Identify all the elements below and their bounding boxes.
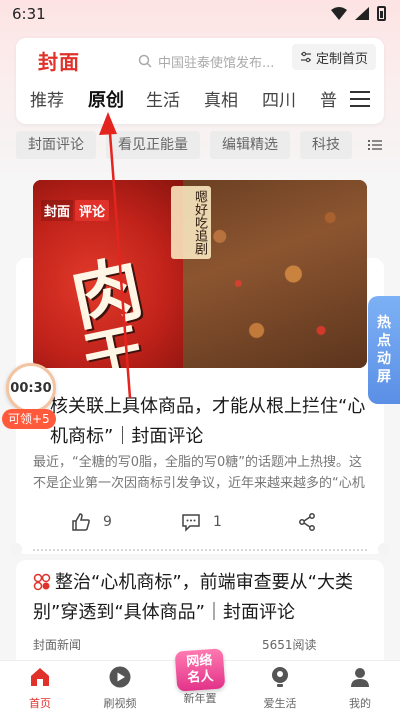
- subtag-bar: 封面评论 看见正能量 编辑精选 科技: [16, 131, 356, 159]
- article-title[interactable]: 核关联上具体商品，才能从根上拦住“心机商标”｜封面评论: [50, 392, 368, 452]
- nav-label: 我的: [349, 697, 371, 710]
- card-divider: [33, 549, 367, 551]
- status-bar: 6:31: [0, 0, 400, 30]
- search-icon: [138, 54, 152, 68]
- hot-screen-tab[interactable]: 热 点 动 屏: [368, 296, 400, 404]
- nav-label: 首页: [29, 697, 51, 710]
- status-time: 6:31: [12, 5, 46, 23]
- article-image[interactable]: 肉 干 嗯好吃追剧 封面 评论: [33, 180, 367, 368]
- search-box[interactable]: 中国驻泰使馆发布...: [138, 48, 284, 74]
- article-title[interactable]: 整治“心机商标”，前端审查要从“大类别”穿透到“具体商品”｜封面评论: [33, 568, 367, 628]
- nav-video[interactable]: 刷视频: [90, 661, 150, 710]
- article-read-count: 5651阅读: [262, 638, 317, 652]
- article-title-text: 整治“心机商标”，前端审查要从“大类别”穿透到“具体商品”｜封面评论: [33, 572, 353, 623]
- tab-recommend[interactable]: 推荐: [30, 86, 88, 114]
- nav-center-badge[interactable]: 网络 名人: [174, 648, 226, 692]
- thumbs-up-icon: [72, 513, 90, 531]
- wifi-icon: [331, 7, 347, 20]
- badge-line: 名人: [187, 669, 215, 686]
- hot-tab-char: 屏: [377, 369, 391, 385]
- original-badge-icon: [33, 573, 51, 591]
- nav-center-label[interactable]: 新年置: [170, 690, 230, 706]
- signal-icon: [355, 7, 369, 20]
- menu-icon[interactable]: [350, 90, 370, 108]
- divider-notch: [378, 543, 390, 555]
- list-icon[interactable]: [368, 139, 382, 151]
- custom-home-label: 定制首页: [315, 51, 368, 67]
- timer-reward-badge[interactable]: 可领+5: [2, 409, 56, 429]
- image-slogan: 嗯好吃追剧: [171, 186, 211, 259]
- like-count: 9: [103, 514, 112, 530]
- nav-label: 爱生活: [263, 697, 297, 710]
- custom-home-button[interactable]: 定制首页: [291, 44, 376, 70]
- share-icon: [299, 513, 315, 531]
- tab-more[interactable]: 普: [320, 86, 350, 114]
- divider-notch: [10, 543, 22, 555]
- subtag-item[interactable]: 科技: [300, 131, 352, 159]
- home-icon: [31, 668, 49, 686]
- article-summary: 最近，“全糖的写0脂，全脂的写0糖”的话题冲上热搜。这不是企业第一次因商标引发争…: [33, 455, 365, 491]
- subtag-item[interactable]: 看见正能量: [106, 131, 200, 159]
- customize-icon: [300, 51, 311, 63]
- lightbulb-icon: [272, 667, 288, 687]
- nav-life[interactable]: 爱生活: [250, 661, 310, 710]
- play-icon: [109, 666, 131, 688]
- hot-tab-char: 动: [377, 351, 391, 367]
- tab-life[interactable]: 生活: [146, 86, 204, 114]
- comment-icon: [182, 514, 200, 532]
- header-card: 封面 中国驻泰使馆发布... 定制首页 推荐 原创 生活 真相 四川 普: [16, 38, 384, 124]
- subtag-item[interactable]: 封面评论: [16, 131, 96, 159]
- person-icon: [351, 668, 369, 687]
- tab-sichuan[interactable]: 四川: [262, 86, 320, 114]
- like-button[interactable]: 9: [71, 512, 112, 532]
- subtag-item[interactable]: 编辑精选: [210, 131, 290, 159]
- status-icons: [331, 6, 386, 21]
- nav-label: 刷视频: [103, 697, 137, 710]
- share-button[interactable]: [297, 512, 317, 532]
- comment-count: 1: [213, 514, 222, 530]
- comment-button[interactable]: 1: [181, 512, 222, 532]
- article-actions: 9 1: [33, 508, 367, 538]
- reading-timer[interactable]: 00:30: [6, 363, 56, 413]
- hot-tab-char: 热: [377, 315, 391, 331]
- watermark-logo: 封面: [41, 200, 74, 221]
- nav-home[interactable]: 首页: [10, 661, 70, 710]
- tab-original[interactable]: 原创: [88, 86, 146, 114]
- image-watermark: 封面 评论: [41, 200, 110, 221]
- watermark-tag: 评论: [75, 200, 110, 221]
- hot-tab-char: 点: [377, 333, 391, 349]
- battery-icon: [377, 6, 386, 21]
- article-source: 封面新闻: [33, 638, 82, 652]
- tab-truth[interactable]: 真相: [204, 86, 262, 114]
- timer-text: 00:30: [10, 380, 52, 396]
- search-placeholder: 中国驻泰使馆发布...: [158, 55, 275, 71]
- nav-me[interactable]: 我的: [330, 661, 390, 710]
- app-logo: 封面: [38, 50, 80, 74]
- channel-tabs: 推荐 原创 生活 真相 四川 普: [30, 86, 350, 114]
